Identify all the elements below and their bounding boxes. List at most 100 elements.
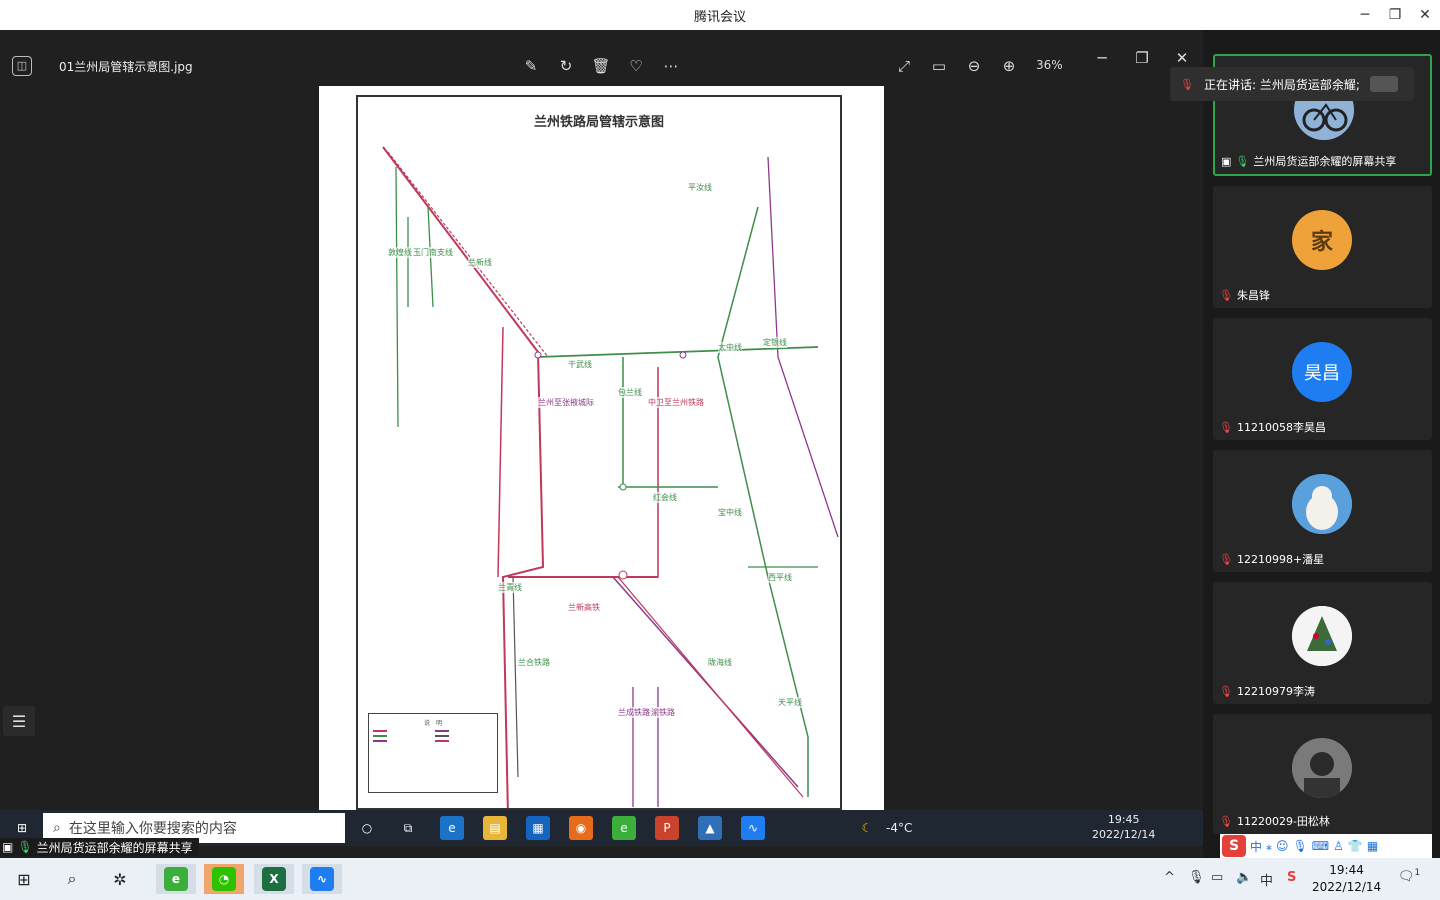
mic-muted-icon: 🎙 — [1219, 288, 1233, 302]
map-line-label: 玉门南支线 — [413, 247, 453, 258]
mic-muted-icon: 🎙 — [1219, 814, 1233, 828]
os-time: 19:44 — [1329, 863, 1364, 877]
viewer-restore-icon[interactable]: ❐ — [1130, 46, 1154, 70]
sogou-logo-icon[interactable]: S — [1222, 835, 1246, 857]
explorer-icon: ▤ — [483, 816, 507, 840]
toolbox-icon[interactable]: ▦ — [1367, 839, 1378, 853]
participant-name: 🎙 11210058李昊昌 — [1219, 420, 1326, 435]
punctuation-icon[interactable]: ⁎ — [1266, 839, 1272, 853]
avatar — [1292, 474, 1352, 534]
ime-mode[interactable]: 中 — [1250, 838, 1262, 855]
legend-row — [373, 730, 431, 732]
keyboard-icon[interactable]: ⌨ — [1312, 839, 1329, 853]
tencent-meeting-icon[interactable]: ∿ — [302, 864, 342, 894]
maximize-icon[interactable]: ❐ — [1380, 0, 1410, 30]
legend-row — [435, 730, 493, 732]
fullscreen-icon[interactable]: ⤢ — [892, 54, 916, 78]
screen-share-icon: ▣ — [2, 840, 14, 854]
mic-muted-icon: 🎙 — [1219, 552, 1233, 566]
map-line-label: 敦煌线 — [388, 247, 412, 258]
zoom-out-icon[interactable]: ⊖ — [962, 54, 986, 78]
participant-tile[interactable]: 🎙 12210998+潘星 — [1213, 450, 1432, 572]
mic-on-icon: 🎙 — [1235, 154, 1250, 168]
tray-mic-icon[interactable]: 🎙 — [1188, 870, 1205, 885]
tray-expand-icon[interactable]: ^ — [1164, 870, 1175, 885]
map-line-label: 陇海线 — [708, 657, 732, 668]
participant-name: 🎙 12210998+潘星 — [1219, 552, 1325, 567]
close-icon[interactable]: ✕ — [1410, 0, 1440, 30]
edit-icon[interactable]: ✎ — [519, 54, 543, 78]
speaking-indicator: 🎙 正在讲话: 兰州局货运部余耀; — [1170, 67, 1414, 101]
blurred-region — [1369, 76, 1398, 92]
participant-tile[interactable]: 昊昌 🎙 11210058李昊昌 — [1213, 318, 1432, 440]
ime-mode-indicator[interactable]: 中 — [1260, 870, 1273, 889]
favorite-icon[interactable]: ♡ — [624, 54, 648, 78]
avatar: 家 — [1292, 210, 1352, 270]
participant-name: 🎙 朱昌锋 — [1219, 288, 1270, 303]
os-date: 2022/12/14 — [1312, 880, 1382, 894]
network-icon[interactable]: ▭ — [1211, 870, 1223, 885]
legend-row — [373, 735, 431, 737]
screen-share-text: 兰州局货运部余耀的屏幕共享 — [36, 840, 193, 855]
shared-time: 19:45 — [1107, 813, 1140, 826]
user-icon[interactable]: ♙ — [1333, 839, 1344, 853]
app-icon[interactable]: ✲ — [100, 864, 140, 894]
image-canvas[interactable]: 兰州铁路局管辖示意图 说 明 干武线 兰新线 包兰线 兰青线 兰新高铁 宝中线 … — [319, 86, 884, 810]
fit-icon[interactable]: ▭ — [927, 54, 951, 78]
notification-count: 1 — [1414, 868, 1421, 878]
railway-map: 兰州铁路局管辖示意图 说 明 干武线 兰新线 包兰线 兰青线 兰新高铁 宝中线 … — [356, 95, 842, 810]
participant-tile[interactable]: 家 🎙 朱昌锋 — [1213, 186, 1432, 308]
app-titlebar: 腾讯会议 ─ ❐ ✕ — [0, 0, 1440, 30]
map-line-label: 兰州至张掖城际 — [538, 397, 594, 408]
minimize-icon[interactable]: ─ — [1350, 0, 1380, 30]
participant-name: 🎙 12210979李涛 — [1219, 684, 1315, 699]
wechat-icon[interactable]: ◔ — [204, 864, 244, 894]
zoom-level: 36% — [1036, 58, 1063, 72]
windows-start-icon[interactable]: ⊞ — [4, 864, 44, 894]
participant-sidebar: ▣ 🎙 兰州局货运部余耀的屏幕共享 家 🎙 朱昌锋 昊昌 🎙 11210058李… — [1203, 30, 1440, 858]
shared-clock: 19:45 2022/12/14 — [1092, 812, 1155, 842]
map-line-label: 天平线 — [778, 697, 802, 708]
map-line-label: 包兰线 — [618, 387, 642, 398]
railway-network-graphic — [382, 146, 839, 808]
excel-icon[interactable]: X — [254, 864, 294, 894]
mic-muted-icon: 🎙 — [1180, 77, 1194, 91]
map-line-label: 红会线 — [653, 492, 677, 503]
sogou-tray-icon[interactable]: S — [1287, 870, 1296, 885]
list-icon[interactable]: ☰ — [3, 706, 35, 736]
map-line-label: 宝中线 — [718, 507, 742, 518]
search-icon[interactable]: ⌕ — [52, 864, 92, 894]
photos-app-icon: ◫ — [12, 56, 32, 76]
volume-icon[interactable]: 🔈 — [1236, 870, 1252, 885]
participant-tile[interactable]: 🎙 11220029-田松林 — [1213, 714, 1432, 834]
participant-tile[interactable]: 🎙 12210979李涛 — [1213, 582, 1432, 704]
skin-icon[interactable]: 👕 — [1348, 839, 1363, 853]
map-line-label: 中卫至兰州铁路 — [648, 397, 704, 408]
avatar — [1292, 738, 1352, 798]
search-placeholder: 在这里输入你要搜索的内容 — [68, 821, 237, 837]
map-line-label: 兰成铁路 — [618, 707, 650, 718]
speaking-text: 正在讲话: 兰州局货运部余耀; — [1203, 77, 1360, 92]
voice-icon[interactable]: 🎙 — [1293, 839, 1308, 853]
emoji-icon[interactable]: ☺ — [1276, 839, 1289, 853]
photo-viewer-toolbar: ◫ 01兰州局管辖示意图.jpg ✎ ↻ 🗑 ♡ ⋯ ⤢ ▭ ⊖ ⊕ 36% ─… — [0, 44, 1203, 88]
ie-icon[interactable]: e — [156, 864, 196, 894]
viewer-minimize-icon[interactable]: ─ — [1090, 46, 1114, 70]
more-icon[interactable]: ⋯ — [659, 54, 683, 78]
os-clock[interactable]: 19:44 2022/12/14 — [1312, 862, 1381, 896]
weather-icon: ☾ — [861, 821, 873, 835]
window-title: 腾讯会议 — [693, 10, 746, 25]
map-line-label: 兰合铁路 — [518, 657, 550, 668]
task-view-icon: ⧉ — [403, 820, 413, 835]
search-icon: ⌕ — [53, 820, 61, 836]
edge-icon: e — [440, 816, 464, 840]
notification-icon[interactable]: 🗨1 — [1398, 868, 1420, 884]
tencent-meeting-icon: ∿ — [741, 816, 765, 840]
map-legend: 说 明 — [368, 713, 498, 793]
legend-row — [435, 740, 493, 742]
delete-icon[interactable]: 🗑 — [589, 54, 613, 78]
cortana-icon: ○ — [361, 821, 373, 835]
firefox-icon: ◉ — [569, 816, 593, 840]
zoom-in-icon[interactable]: ⊕ — [997, 54, 1021, 78]
rotate-icon[interactable]: ↻ — [554, 54, 578, 78]
